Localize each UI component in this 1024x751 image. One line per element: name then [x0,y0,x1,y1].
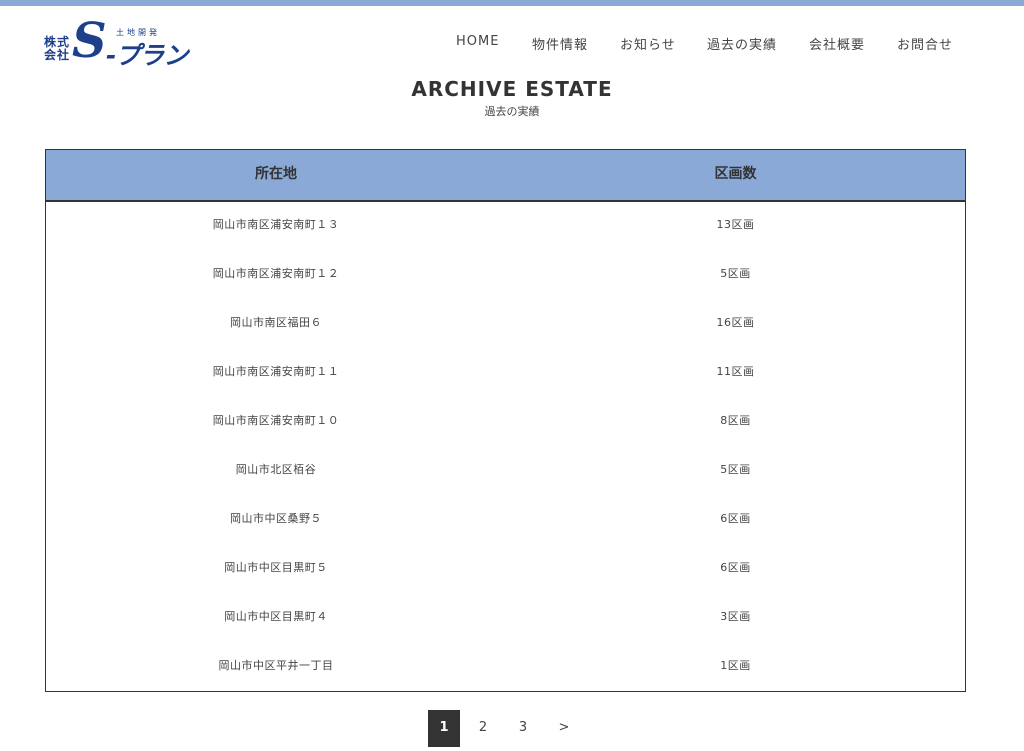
location-cell: 岡山市南区浦安南町１１ [212,365,340,378]
location-cell: 岡山市中区平井一丁目 [218,659,334,672]
nav-archive[interactable]: 過去の実績 [707,34,777,53]
nav-news[interactable]: お知らせ [620,34,676,53]
location-cell: 岡山市南区浦安南町１０ [212,414,340,427]
lots-cell: 5区画 [720,267,751,280]
location-cell: 岡山市南区浦安南町１２ [212,267,340,280]
table-row: 岡山市南区福田６ 16区画 [46,300,965,349]
lots-cell: 5区画 [720,463,751,476]
main-nav: HOME 物件情報 お知らせ 過去の実績 会社概要 お問合せ [0,34,1024,54]
lots-cell: 8区画 [720,414,751,427]
location-cell: 岡山市中区桑野５ [230,512,322,525]
page-subtitle: 過去の実績 [484,105,540,118]
location-cell: 岡山市南区福田６ [230,316,322,329]
table-row: 岡山市南区浦安南町１０ 8区画 [46,398,965,447]
table-row: 岡山市中区平井一丁目 1区画 [46,643,965,692]
page-3-button[interactable]: 3 [507,710,539,747]
next-page-button[interactable]: > [548,710,580,747]
location-cell: 岡山市南区浦安南町１３ [212,218,340,231]
table-row: 岡山市中区目黒町４ 3区画 [46,594,965,643]
lots-cell: 11区画 [716,365,755,378]
table-body: 岡山市南区浦安南町１３ 13区画 岡山市南区浦安南町１２ 5区画 岡山市南区福田… [46,202,965,692]
column-header-lots: 区画数 [714,166,757,182]
lots-cell: 16区画 [716,316,755,329]
table-row: 岡山市北区栢谷 5区画 [46,447,965,496]
nav-properties[interactable]: 物件情報 [532,34,588,53]
lots-cell: 6区画 [720,512,751,525]
location-cell: 岡山市北区栢谷 [235,463,317,476]
table-row: 岡山市中区桑野５ 6区画 [46,496,965,545]
archive-table: 所在地 区画数 岡山市南区浦安南町１３ 13区画 岡山市南区浦安南町１２ 5区画… [45,149,966,692]
nav-company[interactable]: 会社概要 [809,34,865,53]
top-accent-bar [0,0,1024,6]
lots-cell: 1区画 [720,659,751,672]
lots-cell: 6区画 [720,561,751,574]
column-header-location: 所在地 [255,166,297,182]
page-2-button[interactable]: 2 [467,710,499,747]
lots-cell: 13区画 [716,218,755,231]
page-1-button[interactable]: 1 [428,710,460,747]
table-row: 岡山市南区浦安南町１１ 11区画 [46,349,965,398]
lots-cell: 3区画 [720,610,751,623]
table-row: 岡山市中区目黒町５ 6区画 [46,545,965,594]
nav-home[interactable]: HOME [456,34,499,49]
table-header: 所在地 区画数 [46,150,965,202]
nav-contact[interactable]: お問合せ [897,34,953,53]
table-row: 岡山市南区浦安南町１２ 5区画 [46,251,965,300]
location-cell: 岡山市中区目黒町５ [224,561,328,574]
pagination: 1 2 3 > [0,710,1024,747]
table-row: 岡山市南区浦安南町１３ 13区画 [46,202,965,251]
page-title: ARCHIVE ESTATE [411,77,613,101]
location-cell: 岡山市中区目黒町４ [224,610,328,623]
